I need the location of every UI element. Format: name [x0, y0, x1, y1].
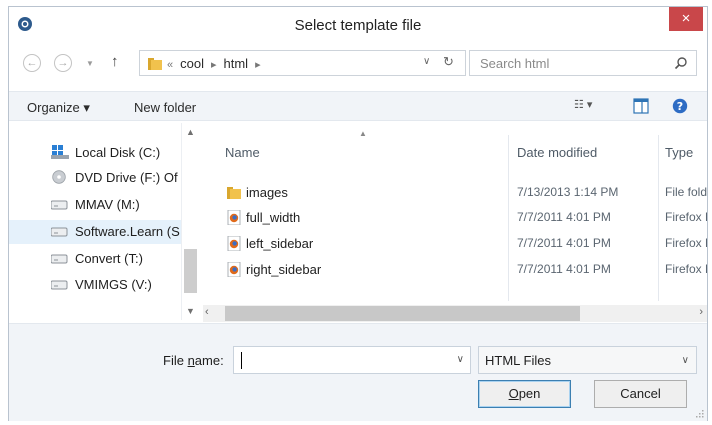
recent-locations-button[interactable]: ▼	[86, 59, 94, 68]
svg-text:?: ?	[677, 100, 683, 113]
folder-icon	[227, 187, 241, 199]
sidebar-item-label: Software.Learn (S	[75, 224, 180, 239]
file-name: left_sidebar	[246, 236, 314, 251]
network-drive-icon	[51, 280, 68, 290]
file-date: 7/7/2011 4:01 PM	[517, 236, 611, 250]
scroll-down-arrow-icon[interactable]: ▼	[186, 306, 195, 316]
file-row[interactable]: right_sidebar 7/7/2011 4:01 PM Firefox H…	[203, 258, 707, 282]
column-header-date[interactable]: Date modified	[517, 145, 597, 160]
file-name: right_sidebar	[246, 262, 322, 277]
help-icon[interactable]: ?	[672, 98, 688, 114]
file-date: 7/13/2013 1:14 PM	[517, 185, 619, 199]
sidebar-item-software-learn[interactable]: Software.Learn (S	[9, 220, 181, 244]
sidebar-item-convert[interactable]: Convert (T:)	[9, 247, 181, 271]
file-name: images	[246, 185, 288, 200]
file-name: full_width	[246, 210, 301, 225]
open-button[interactable]: Open	[478, 380, 571, 408]
chevron-down-icon[interactable]: ∨	[457, 354, 464, 365]
file-name-label: File name:	[163, 353, 224, 368]
command-bar: Organize ▾ New folder ☷ ▾ ?	[9, 91, 707, 121]
sidebar-item-vmimgs[interactable]: VMIMGS (V:)	[9, 273, 181, 297]
resize-grip-icon[interactable]	[694, 408, 704, 418]
column-header-type[interactable]: Type	[665, 145, 693, 160]
organize-menu-button[interactable]: Organize ▾	[27, 100, 90, 116]
search-icon[interactable]	[674, 56, 688, 70]
file-type: Firefox HT	[665, 236, 707, 250]
breadcrumb-item-cool[interactable]: cool	[180, 56, 204, 71]
file-type: Firefox HT	[665, 210, 707, 224]
search-input[interactable]	[470, 51, 665, 75]
file-type-value: HTML Files	[485, 353, 551, 368]
file-name-label-accesskey: n	[187, 353, 195, 368]
file-name-input[interactable]	[234, 347, 439, 373]
preview-pane-icon[interactable]	[633, 98, 649, 114]
sidebar-item-label: VMIMGS (V:)	[75, 277, 152, 292]
sidebar-item-label: MMAV (M:)	[75, 197, 140, 212]
scroll-left-arrow-icon[interactable]: ‹	[205, 306, 209, 318]
file-list-horizontal-scrollbar[interactable]: ‹ ›	[203, 305, 707, 322]
file-date: 7/7/2011 4:01 PM	[517, 210, 611, 224]
search-box	[469, 50, 697, 76]
open-button-accesskey: O	[508, 386, 519, 401]
view-options-button[interactable]: ☷ ▾	[574, 98, 612, 116]
file-date: 7/7/2011 4:01 PM	[517, 262, 611, 276]
sidebar-item-local-disk[interactable]: Local Disk (C:)	[9, 141, 181, 165]
network-drive-icon	[51, 227, 68, 237]
breadcrumb: « cool ▸ html ▸	[167, 56, 268, 71]
file-row[interactable]: images 7/13/2013 1:14 PM File folder	[203, 181, 707, 205]
network-drive-icon	[51, 200, 68, 210]
file-type-select[interactable]: HTML Files ∨	[478, 346, 697, 374]
text-cursor	[241, 352, 242, 369]
html-file-icon	[227, 262, 241, 277]
title-bar: Select template file ×	[9, 7, 707, 43]
close-button[interactable]: ×	[669, 7, 703, 31]
folder-icon	[148, 58, 162, 70]
file-type: Firefox HT	[665, 262, 707, 276]
scroll-right-arrow-icon[interactable]: ›	[699, 306, 703, 318]
dvd-drive-icon	[52, 170, 66, 184]
sidebar-item-dvd-drive[interactable]: DVD Drive (F:) Of	[9, 166, 181, 190]
file-name-label-text: ame:	[194, 353, 224, 368]
breadcrumb-separator[interactable]: ▸	[211, 59, 217, 71]
file-name-label-text: File	[163, 353, 188, 368]
chevron-down-icon[interactable]: ∨	[682, 355, 689, 366]
html-file-icon	[227, 210, 241, 225]
file-row[interactable]: left_sidebar 7/7/2011 4:01 PM Firefox HT	[203, 232, 707, 256]
dialog-footer: File name: ∨ HTML Files ∨ Open Cancel	[9, 323, 707, 421]
address-bar[interactable]: « cool ▸ html ▸ ∨ ↻	[139, 50, 466, 76]
column-header-name[interactable]: Name	[225, 145, 260, 160]
dialog-title: Select template file	[294, 17, 422, 34]
network-drive-icon	[51, 254, 68, 264]
sidebar-item-mmav[interactable]: MMAV (M:)	[9, 193, 181, 217]
navigation-pane-scrollbar[interactable]: ▲ ▼	[181, 123, 199, 320]
file-row[interactable]: full_width 7/7/2011 4:01 PM Firefox HT	[203, 206, 707, 230]
file-list: ▲ Name Date modified Type images 7/13/20…	[203, 123, 707, 301]
new-folder-button[interactable]: New folder	[134, 100, 196, 115]
back-button[interactable]: ←	[23, 54, 41, 72]
file-name-combobox: ∨	[233, 346, 471, 374]
file-type: File folder	[665, 185, 707, 199]
html-file-icon	[227, 236, 241, 251]
breadcrumb-item-html[interactable]: html	[224, 56, 249, 71]
navigation-pane: Local Disk (C:) DVD Drive (F:) Of MMAV (…	[9, 123, 199, 320]
scrollbar-thumb[interactable]	[225, 306, 580, 321]
up-button[interactable]: ↑	[111, 53, 119, 70]
open-button-label: pen	[518, 386, 541, 401]
sidebar-item-label: Local Disk (C:)	[75, 145, 161, 160]
sidebar-item-label: DVD Drive (F:) Of	[75, 170, 178, 185]
navigation-bar: ← → ▼ ↑ « cool ▸ html ▸ ∨ ↻	[9, 47, 707, 79]
breadcrumb-separator[interactable]: ▸	[255, 59, 261, 71]
sidebar-item-label: Convert (T:)	[75, 251, 143, 266]
cancel-button[interactable]: Cancel	[594, 380, 687, 408]
scroll-up-arrow-icon[interactable]: ▲	[186, 127, 195, 137]
file-dialog: Select template file × ← → ▼ ↑ « cool ▸ htm…	[8, 6, 708, 421]
address-dropdown-button[interactable]: ∨	[423, 56, 430, 67]
local-disk-icon	[51, 145, 69, 159]
scrollbar-thumb[interactable]	[184, 249, 197, 293]
refresh-button[interactable]: ↻	[443, 54, 454, 70]
breadcrumb-overflow[interactable]: «	[167, 59, 173, 71]
forward-button[interactable]: →	[54, 54, 72, 72]
sort-indicator-icon: ▲	[359, 129, 367, 138]
